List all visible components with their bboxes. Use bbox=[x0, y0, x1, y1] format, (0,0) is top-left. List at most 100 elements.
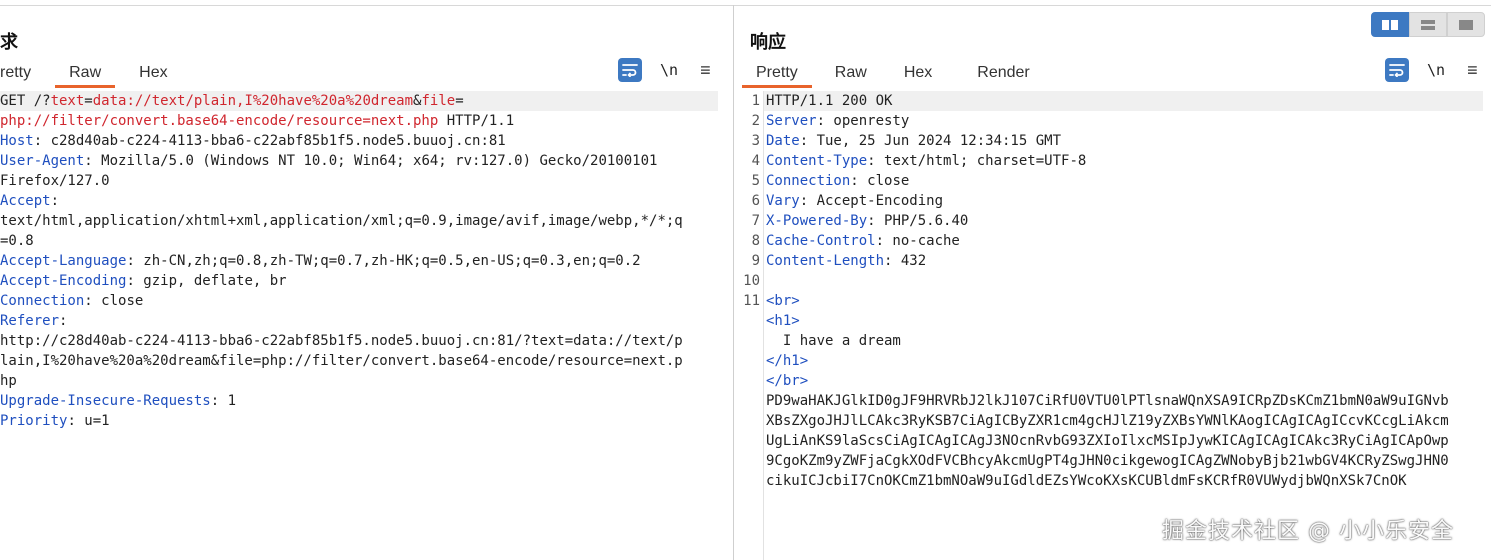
gutter-border bbox=[763, 91, 764, 560]
watermark: 掘金技术社区 @ 小小乐安全 bbox=[1162, 519, 1454, 544]
header-key: Cache-Control bbox=[766, 233, 876, 249]
code-text: : Accept-Encoding bbox=[799, 193, 944, 209]
line-number: 1 bbox=[751, 93, 760, 109]
rows-icon bbox=[1421, 19, 1435, 30]
line-number: 8 bbox=[751, 233, 760, 249]
html-tag: <br> bbox=[766, 293, 800, 309]
code-line: Content-Type: text/html; charset=UTF-8 bbox=[766, 151, 1486, 171]
header-key: Referer bbox=[0, 313, 60, 329]
code-text: : u=1 bbox=[67, 413, 110, 429]
single-pane-icon bbox=[1459, 19, 1473, 30]
code-line: <h1> bbox=[766, 311, 1486, 331]
line-number: 5 bbox=[751, 173, 760, 189]
code-text: XBsZXgoJHJlLCAkc3RyKSB7CiAgICByZXR1cm4gc… bbox=[766, 413, 1449, 429]
response-toolbar: \n ≡ bbox=[1385, 58, 1478, 82]
code-line: User-Agent: Mozilla/5.0 (Windows NT 10.0… bbox=[0, 151, 718, 171]
code-text: I have a dream bbox=[766, 333, 901, 349]
header-key: Vary bbox=[766, 193, 800, 209]
code-line: XBsZXgoJHJlLCAkc3RyKSB7CiAgICByZXR1cm4gc… bbox=[766, 411, 1486, 431]
line-number: 10 bbox=[743, 273, 760, 289]
tab-render[interactable]: Render bbox=[977, 60, 1029, 88]
code-line: I have a dream bbox=[766, 331, 1486, 351]
code-line: lain,I%20have%20a%20dream&file=php://fil… bbox=[0, 351, 718, 371]
newline-toggle-button[interactable]: \n bbox=[1427, 61, 1445, 79]
code-text: hp bbox=[0, 373, 17, 389]
code-line: Accept: bbox=[0, 191, 718, 211]
tab-raw[interactable]: Raw bbox=[55, 60, 116, 88]
code-line: Cache-Control: no-cache bbox=[766, 231, 1486, 251]
menu-icon[interactable]: ≡ bbox=[700, 60, 711, 81]
code-text: : bbox=[59, 313, 68, 329]
line-number bbox=[734, 311, 762, 331]
response-pane-title: 响应 bbox=[750, 32, 786, 52]
header-key: Host bbox=[0, 133, 34, 149]
tab-pretty[interactable]: Pretty bbox=[742, 60, 812, 88]
param-highlight: php://filter/convert.base64-encode/resou… bbox=[0, 113, 439, 129]
code-text: : zh-CN,zh;q=0.8,zh-TW;q=0.7,zh-HK;q=0.5… bbox=[126, 253, 641, 269]
header-key: X-Powered-By bbox=[766, 213, 868, 229]
tab-raw[interactable]: Raw bbox=[835, 60, 867, 88]
code-line: X-Powered-By: PHP/5.6.40 bbox=[766, 211, 1486, 231]
response-editor[interactable]: HTTP/1.1 200 OK Server: openresty Date: Tu… bbox=[766, 91, 1486, 491]
code-line: Upgrade-Insecure-Requests: 1 bbox=[0, 391, 718, 411]
line-number bbox=[734, 451, 762, 471]
header-key: Accept-Language bbox=[0, 253, 127, 269]
code-text: http://c28d40ab-c224-4113-bba6-c22abf85b… bbox=[0, 333, 683, 349]
code-line: hp bbox=[0, 371, 718, 391]
newline-toggle-button[interactable]: \n bbox=[660, 61, 678, 79]
code-text: HTTP/1.1 bbox=[438, 113, 515, 129]
header-key: Accept bbox=[0, 193, 51, 209]
param-highlight: text bbox=[50, 93, 85, 109]
line-number bbox=[734, 471, 762, 491]
code-line: cikuICJcbiI7CnOKCmZ1bmNOaW9uIGdldEZsYWco… bbox=[766, 471, 1486, 491]
param-highlight: file bbox=[421, 93, 456, 109]
request-pane-title: 求 bbox=[0, 32, 18, 52]
code-text: : close bbox=[84, 293, 144, 309]
code-text: : text/html; charset=UTF-8 bbox=[867, 153, 1087, 169]
header-key: Connection bbox=[766, 173, 851, 189]
wrap-lines-icon bbox=[622, 64, 638, 77]
code-text: : Mozilla/5.0 (Windows NT 10.0; Win64; x… bbox=[84, 153, 658, 169]
code-text: : 432 bbox=[884, 253, 927, 269]
columns-icon bbox=[1382, 19, 1398, 30]
code-line: Host: c28d40ab-c224-4113-bba6-c22abf85b1… bbox=[0, 131, 718, 151]
code-text: : bbox=[50, 193, 60, 209]
code-line: Date: Tue, 25 Jun 2024 12:34:15 GMT bbox=[766, 131, 1486, 151]
split-horizontal-view-button[interactable] bbox=[1371, 12, 1409, 37]
request-editor[interactable]: GET /?text=data://text/plain,I%20have%20… bbox=[0, 91, 718, 431]
split-vertical-view-button[interactable] bbox=[1409, 12, 1447, 37]
tab-retty[interactable]: retty bbox=[0, 60, 31, 88]
header-key: Date bbox=[766, 133, 800, 149]
code-line: PD9waHAKJGlkID0gJF9HRVRbJ2lkJ107CiRfU0VT… bbox=[766, 391, 1486, 411]
code-text: : openresty bbox=[816, 113, 910, 129]
menu-icon[interactable]: ≡ bbox=[1467, 60, 1478, 81]
wrap-lines-button[interactable] bbox=[1385, 58, 1409, 82]
html-tag: </br> bbox=[766, 373, 809, 389]
code-line: </br> bbox=[766, 371, 1486, 391]
code-text: lain,I%20have%20a%20dream&file=php://fil… bbox=[0, 353, 683, 369]
code-text: : no-cache bbox=[875, 233, 960, 249]
header-key: Content-Type bbox=[766, 153, 868, 169]
tab-hex[interactable]: Hex bbox=[904, 60, 932, 88]
code-line: http://c28d40ab-c224-4113-bba6-c22abf85b… bbox=[0, 331, 718, 351]
tab-hex[interactable]: Hex bbox=[139, 60, 167, 88]
html-tag: <h1> bbox=[766, 313, 800, 329]
line-number: 4 bbox=[751, 153, 760, 169]
header-key: Priority bbox=[0, 413, 68, 429]
line-number bbox=[734, 411, 762, 431]
header-key: Content-Length bbox=[766, 253, 885, 269]
line-number bbox=[734, 371, 762, 391]
wrap-lines-icon bbox=[1389, 64, 1405, 77]
code-text: : c28d40ab-c224-4113-bba6-c22abf85b1f5.n… bbox=[33, 133, 506, 149]
code-line: HTTP/1.1 200 OK bbox=[766, 91, 1486, 111]
single-pane-view-button[interactable] bbox=[1447, 12, 1485, 37]
header-key: Accept-Encoding bbox=[0, 273, 127, 289]
wrap-lines-button[interactable] bbox=[618, 58, 642, 82]
code-text: text/html,application/xhtml+xml,applicat… bbox=[0, 213, 683, 229]
code-text: UgLiAnKS9laScsCiAgICAgICAgJ3NOcnRvbG93ZX… bbox=[766, 433, 1449, 449]
code-text: = bbox=[455, 93, 464, 109]
code-text: : PHP/5.6.40 bbox=[867, 213, 969, 229]
code-text: GET /? bbox=[0, 93, 51, 109]
code-line: Connection: close bbox=[0, 291, 718, 311]
